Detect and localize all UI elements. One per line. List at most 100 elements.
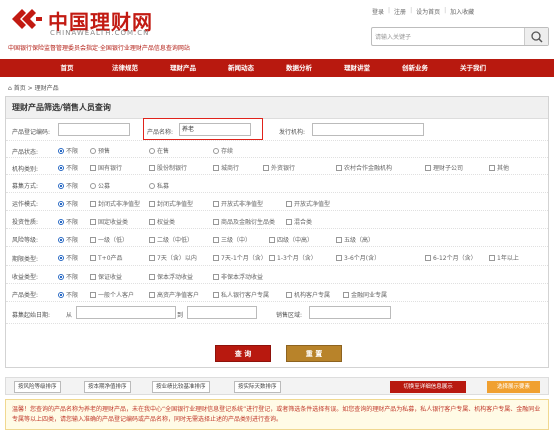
term-option[interactable]: 7天-1个月（含） xyxy=(213,253,267,262)
search-placeholder: 请输入关键子 xyxy=(375,34,412,41)
breadcrumb: ⌂ 首页 > 理财产品 xyxy=(8,85,59,92)
customer-option[interactable]: 金融同业专属 xyxy=(343,290,387,299)
highlight-box xyxy=(143,118,263,140)
term-option[interactable]: 7天（含）以内 xyxy=(149,253,197,262)
raise-date-label: 募集起始日期: xyxy=(12,312,51,319)
radio-checked-icon xyxy=(58,274,64,280)
register-code-input[interactable] xyxy=(58,123,130,136)
login-link[interactable]: 登录 xyxy=(372,7,384,16)
checkbox-icon xyxy=(213,255,219,261)
customer-option[interactable]: 一般个人客户 xyxy=(90,290,134,299)
issuer-input[interactable] xyxy=(312,123,424,136)
raise-option[interactable]: 不限 xyxy=(58,181,78,190)
risk-option[interactable]: 不限 xyxy=(58,235,78,244)
panel-title: 理财产品筛选/销售人员查询 xyxy=(6,97,548,119)
org-type-option[interactable]: 城商行 xyxy=(213,163,239,172)
investment-option[interactable]: 不限 xyxy=(58,217,78,226)
customer-option[interactable]: 不限 xyxy=(58,290,78,299)
operation-option[interactable]: 开放式净值型 xyxy=(286,199,330,208)
status-option[interactable]: 不限 xyxy=(58,146,78,155)
org-type-option[interactable]: 农村合作金融机构 xyxy=(336,163,392,172)
checkbox-icon xyxy=(90,274,96,280)
date-to-label: 到 xyxy=(177,312,184,319)
term-option[interactable]: 1年以上 xyxy=(489,253,519,262)
operation-option[interactable]: 封闭式非净值型 xyxy=(90,199,140,208)
add-favorite-link[interactable]: 加入收藏 xyxy=(450,7,474,16)
customer-option[interactable]: 私人银行客户专属 xyxy=(213,290,269,299)
select-fields-button[interactable]: 选择展示要素 xyxy=(487,381,540,393)
operation-option[interactable]: 不限 xyxy=(58,199,78,208)
checkbox-icon xyxy=(425,255,431,261)
term-option[interactable]: T+0产品 xyxy=(90,253,123,262)
raise-option[interactable]: 公募 xyxy=(90,181,110,190)
income-option[interactable]: 不限 xyxy=(58,272,78,281)
org-type-option[interactable]: 国有银行 xyxy=(90,163,122,172)
org-type-option[interactable]: 不限 xyxy=(58,163,78,172)
nav-about[interactable]: 关于我们 xyxy=(444,59,502,77)
risk-option[interactable]: 二级（中低） xyxy=(149,235,193,244)
breadcrumb-home[interactable]: 首页 xyxy=(14,85,26,92)
customer-option[interactable]: 机构客户专属 xyxy=(286,290,330,299)
risk-option[interactable]: 三级（中） xyxy=(213,235,251,244)
reset-button[interactable]: 重 置 xyxy=(286,345,342,362)
raise-option[interactable]: 私募 xyxy=(149,181,169,190)
region-label: 销售区域: xyxy=(276,312,303,319)
income-option[interactable]: 保证收益 xyxy=(90,272,122,281)
site-search-input[interactable]: 请输入关键子 xyxy=(371,27,549,46)
checkbox-icon xyxy=(263,165,269,171)
nav-products[interactable]: 理财产品 xyxy=(154,59,212,77)
nav-classroom[interactable]: 理财讲堂 xyxy=(328,59,386,77)
org-type-option[interactable]: 理财子公司 xyxy=(425,163,463,172)
radio-checked-icon xyxy=(58,292,64,298)
top-links: 登录 | 注册 | 设为首页 | 加入收藏 xyxy=(372,7,475,16)
operation-option[interactable]: 封闭式净值型 xyxy=(149,199,193,208)
query-button[interactable]: 查 询 xyxy=(215,345,271,362)
income-option[interactable]: 非保本浮动收益 xyxy=(213,272,263,281)
term-option[interactable]: 6-12个月（含） xyxy=(425,253,477,262)
term-option[interactable]: 1-3个月（含） xyxy=(269,253,317,262)
register-link[interactable]: 注册 xyxy=(394,7,406,16)
investment-option[interactable]: 权益类 xyxy=(149,217,175,226)
operation-option[interactable]: 开放式非净值型 xyxy=(213,199,263,208)
sort-bar: 按风险等级排序 按本期净值排序 按业绩比较基准排序 按实际天数排序 切换至详细信… xyxy=(5,377,549,395)
risk-option[interactable]: 四级（中高） xyxy=(269,235,313,244)
date-from-input[interactable] xyxy=(76,306,176,319)
nav-news[interactable]: 新闻动态 xyxy=(212,59,270,77)
checkbox-icon xyxy=(336,165,342,171)
date-to-input[interactable] xyxy=(187,306,257,319)
customer-option[interactable]: 高资产净值客户 xyxy=(149,290,199,299)
investment-option[interactable]: 商品及金融衍生品类 xyxy=(213,217,275,226)
search-button[interactable] xyxy=(524,28,548,45)
term-option[interactable]: 不限 xyxy=(58,253,78,262)
sort-benchmark-button[interactable]: 按业绩比较基准排序 xyxy=(152,381,210,393)
checkbox-icon xyxy=(213,201,219,207)
status-option[interactable]: 在售 xyxy=(149,146,169,155)
radio-checked-icon xyxy=(58,219,64,225)
org-type-option[interactable]: 外资银行 xyxy=(263,163,295,172)
nav-innovation[interactable]: 创新业务 xyxy=(386,59,444,77)
sort-nav-button[interactable]: 按本期净值排序 xyxy=(84,381,131,393)
home-icon: ⌂ xyxy=(8,85,12,92)
switch-view-button[interactable]: 切换至详细信息展示 xyxy=(390,381,466,393)
nav-home[interactable]: 首页 xyxy=(38,59,96,77)
set-homepage-link[interactable]: 设为首页 xyxy=(416,7,440,16)
investment-option[interactable]: 固定收益类 xyxy=(90,217,128,226)
sort-days-button[interactable]: 按实际天数排序 xyxy=(234,381,281,393)
register-code-label: 产品登记编码: xyxy=(12,129,51,136)
status-option[interactable]: 存续 xyxy=(213,146,233,155)
org-type-option[interactable]: 股份制银行 xyxy=(149,163,187,172)
checkbox-icon xyxy=(286,219,292,225)
status-option[interactable]: 预售 xyxy=(90,146,110,155)
checkbox-icon xyxy=(213,165,219,171)
nav-laws[interactable]: 法律规范 xyxy=(96,59,154,77)
income-option[interactable]: 保本浮动收益 xyxy=(149,272,193,281)
nav-data[interactable]: 数据分析 xyxy=(270,59,328,77)
risk-option[interactable]: 一级（低） xyxy=(90,235,128,244)
sort-risk-button[interactable]: 按风险等级排序 xyxy=(14,381,61,393)
term-option[interactable]: 3-6个月(含） xyxy=(336,253,380,262)
risk-option[interactable]: 五级（高） xyxy=(336,235,374,244)
org-type-option[interactable]: 其他 xyxy=(489,163,509,172)
investment-option[interactable]: 混合类 xyxy=(286,217,312,226)
breadcrumb-products[interactable]: 理财产品 xyxy=(35,85,59,92)
region-input[interactable] xyxy=(309,306,391,319)
